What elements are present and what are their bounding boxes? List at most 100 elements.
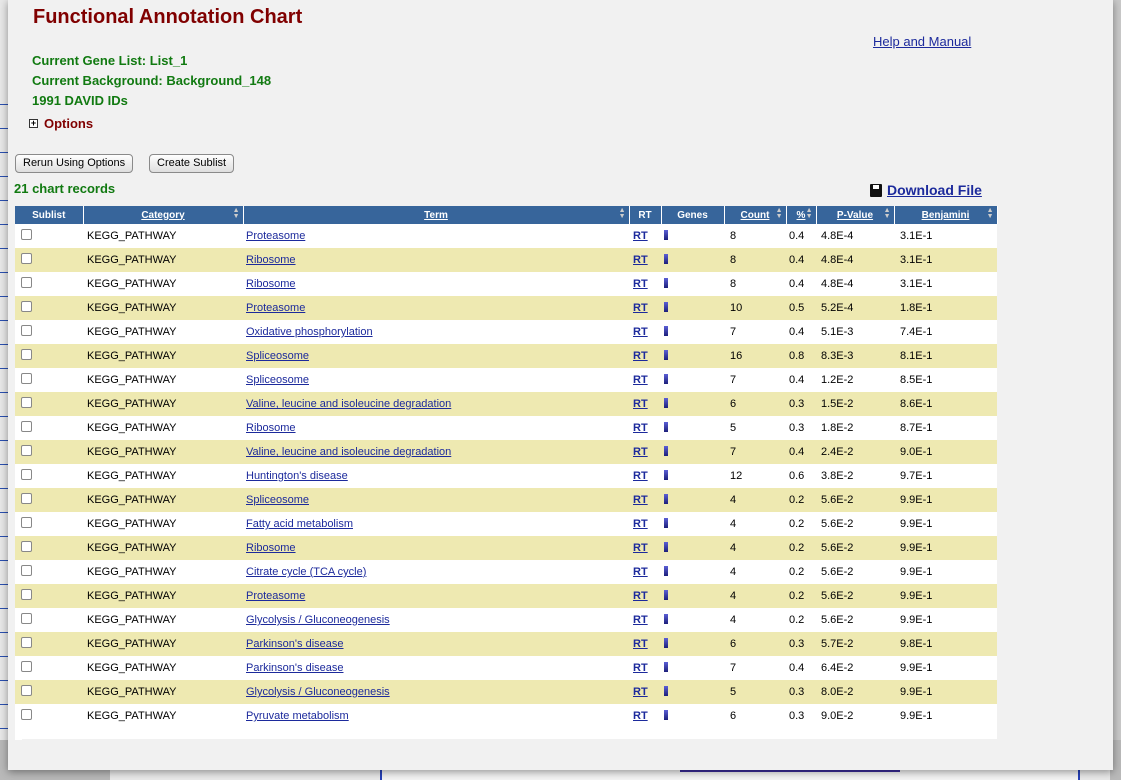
gene-bar-icon[interactable]	[664, 277, 668, 288]
gene-bar-icon[interactable]	[664, 253, 668, 264]
term-link[interactable]: Ribosome	[246, 254, 296, 266]
rt-link[interactable]: RT	[633, 614, 648, 626]
rt-link[interactable]: RT	[633, 518, 648, 530]
rt-link[interactable]: RT	[633, 566, 648, 578]
rt-link[interactable]: RT	[633, 422, 648, 434]
rt-link[interactable]: RT	[633, 470, 648, 482]
sublist-checkbox[interactable]	[21, 229, 32, 240]
sublist-checkbox[interactable]	[21, 685, 32, 696]
rt-link[interactable]: RT	[633, 374, 648, 386]
rt-link[interactable]: RT	[633, 590, 648, 602]
header-pvalue[interactable]: P-Value ▲ ▼	[816, 206, 895, 224]
sublist-checkbox[interactable]	[21, 709, 32, 720]
term-link[interactable]: Spliceosome	[246, 350, 309, 362]
rt-link[interactable]: RT	[633, 254, 648, 266]
gene-bar-icon[interactable]	[664, 493, 668, 504]
sublist-checkbox[interactable]	[21, 301, 32, 312]
count-cell: 4	[730, 542, 737, 554]
header-percent[interactable]: % ▲ ▼	[786, 206, 817, 224]
table-row: KEGG_PATHWAY Ribosome RT 8 0.4 4.8E-4 3.1E-1	[15, 248, 997, 272]
gene-bar-icon[interactable]	[664, 397, 668, 408]
sublist-checkbox[interactable]	[21, 349, 32, 360]
term-link[interactable]: Spliceosome	[246, 494, 309, 506]
sublist-checkbox[interactable]	[21, 637, 32, 648]
options-toggle[interactable]: + Options	[29, 116, 93, 131]
gene-bar-icon[interactable]	[664, 517, 668, 528]
term-link[interactable]: Huntington's disease	[246, 470, 348, 482]
sublist-checkbox[interactable]	[21, 565, 32, 576]
rt-link[interactable]: RT	[633, 662, 648, 674]
rt-link[interactable]: RT	[633, 302, 648, 314]
rt-link[interactable]: RT	[633, 398, 648, 410]
term-link[interactable]: Glycolysis / Gluconeogenesis	[246, 614, 390, 626]
gene-bar-icon[interactable]	[664, 685, 668, 696]
term-link[interactable]: Fatty acid metabolism	[246, 518, 353, 530]
header-term[interactable]: Term ▲ ▼	[243, 206, 630, 224]
sublist-checkbox[interactable]	[21, 373, 32, 384]
term-link[interactable]: Citrate cycle (TCA cycle)	[246, 566, 366, 578]
gene-bar-icon[interactable]	[664, 421, 668, 432]
term-link[interactable]: Valine, leucine and isoleucine degradati…	[246, 398, 451, 410]
sublist-checkbox[interactable]	[21, 541, 32, 552]
sublist-checkbox[interactable]	[21, 661, 32, 672]
rt-link[interactable]: RT	[633, 350, 648, 362]
term-link[interactable]: Ribosome	[246, 422, 296, 434]
gene-bar-icon[interactable]	[664, 589, 668, 600]
header-category[interactable]: Category ▲ ▼	[83, 206, 244, 224]
term-link[interactable]: Spliceosome	[246, 374, 309, 386]
rt-link[interactable]: RT	[633, 494, 648, 506]
gene-bar-icon[interactable]	[664, 469, 668, 480]
gene-bar-icon[interactable]	[664, 709, 668, 720]
term-link[interactable]: Proteasome	[246, 230, 305, 242]
term-link[interactable]: Valine, leucine and isoleucine degradati…	[246, 446, 451, 458]
sublist-checkbox[interactable]	[21, 325, 32, 336]
rt-link[interactable]: RT	[633, 542, 648, 554]
term-link[interactable]: Oxidative phosphorylation	[246, 326, 373, 338]
gene-bar-icon[interactable]	[664, 637, 668, 648]
rerun-using-options-button[interactable]: Rerun Using Options	[15, 154, 134, 173]
rt-link[interactable]: RT	[633, 278, 648, 290]
download-file-link[interactable]: Download File	[870, 182, 982, 198]
gene-bar-icon[interactable]	[664, 445, 668, 456]
header-count[interactable]: Count ▲ ▼	[724, 206, 787, 224]
sublist-checkbox[interactable]	[21, 469, 32, 480]
gene-bar-icon[interactable]	[664, 565, 668, 576]
rt-link[interactable]: RT	[633, 638, 648, 650]
sublist-checkbox[interactable]	[21, 613, 32, 624]
gene-bar-icon[interactable]	[664, 349, 668, 360]
term-link[interactable]: Parkinson's disease	[246, 662, 344, 674]
term-link[interactable]: Ribosome	[246, 542, 296, 554]
rt-link[interactable]: RT	[633, 230, 648, 242]
term-link[interactable]: Proteasome	[246, 302, 305, 314]
sublist-checkbox[interactable]	[21, 421, 32, 432]
create-sublist-button[interactable]: Create Sublist	[149, 154, 235, 173]
rt-link[interactable]: RT	[633, 326, 648, 338]
sublist-checkbox[interactable]	[21, 253, 32, 264]
term-link[interactable]: Parkinson's disease	[246, 638, 344, 650]
term-cell: Valine, leucine and isoleucine degradati…	[243, 392, 629, 416]
term-link[interactable]: Pyruvate metabolism	[246, 710, 349, 722]
sublist-checkbox[interactable]	[21, 517, 32, 528]
gene-bar-icon[interactable]	[664, 325, 668, 336]
gene-bar-icon[interactable]	[664, 373, 668, 384]
sublist-checkbox[interactable]	[21, 277, 32, 288]
header-benjamini[interactable]: Benjamini ▲ ▼	[894, 206, 998, 224]
sublist-checkbox[interactable]	[21, 445, 32, 456]
sublist-checkbox[interactable]	[21, 397, 32, 408]
help-and-manual-link[interactable]: Help and Manual	[873, 34, 971, 49]
percent-cell: 0.2	[789, 518, 805, 530]
gene-bar-icon[interactable]	[664, 661, 668, 672]
rt-link[interactable]: RT	[633, 446, 648, 458]
gene-bar-icon[interactable]	[664, 613, 668, 624]
gene-bar-icon[interactable]	[664, 541, 668, 552]
rt-link[interactable]: RT	[633, 710, 648, 722]
gene-bar-icon[interactable]	[664, 229, 668, 240]
percent-cell: 0.4	[789, 230, 805, 242]
term-link[interactable]: Ribosome	[246, 278, 296, 290]
gene-bar-icon[interactable]	[664, 301, 668, 312]
term-link[interactable]: Proteasome	[246, 590, 305, 602]
rt-link[interactable]: RT	[633, 686, 648, 698]
term-link[interactable]: Glycolysis / Gluconeogenesis	[246, 686, 390, 698]
sublist-checkbox[interactable]	[21, 493, 32, 504]
sublist-checkbox[interactable]	[21, 589, 32, 600]
